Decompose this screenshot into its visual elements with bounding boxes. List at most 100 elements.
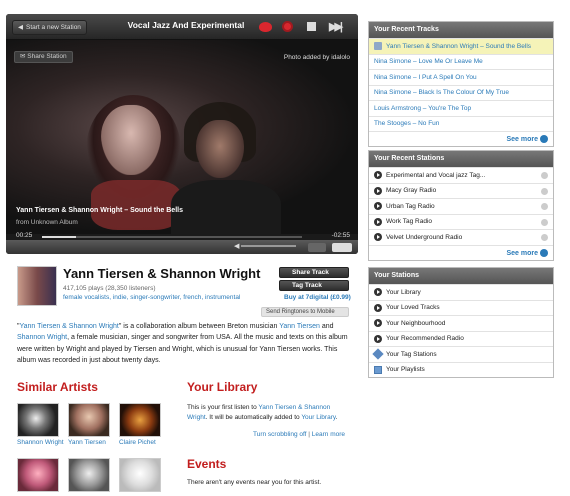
photo-credit: Photo added by idalolo [283,54,350,61]
buy-link[interactable]: Buy at 7digital (£0.99) [284,294,351,301]
photo-figure [196,120,244,178]
play-count: 417,105 plays (28,350 listeners) [63,285,156,292]
play-icon[interactable] [374,334,382,343]
recent-track-item[interactable]: The Stooges – No Fun [369,115,553,132]
recent-station-item[interactable]: Experimental and Vocal jazz Tag... [369,167,553,183]
player-toolbar: ◀ Start a new Station Vocal Jazz And Exp… [6,14,358,40]
minimize-button[interactable] [308,243,326,252]
love-heart-icon[interactable] [259,22,272,32]
bio-link[interactable]: Yann Tiersen & Shannon Wright [20,323,119,330]
arrow-right-icon [540,248,548,257]
similar-artist-name[interactable]: Claire Pichet [119,439,167,447]
similar-artist-image[interactable] [17,403,59,437]
stop-icon[interactable] [307,22,316,31]
recent-stations-panel: Your Recent Stations Experimental and Vo… [368,150,554,261]
see-more-link[interactable]: See more [369,244,553,260]
volume-slider[interactable] [241,245,296,247]
similar-artist-image[interactable] [119,403,161,437]
player-control-bar [6,240,358,254]
bio-link[interactable]: Yann Tiersen [279,323,320,330]
station-item[interactable]: Your Neighbourhood [369,315,553,331]
recent-station-item[interactable]: Work Tag Radio [369,213,553,230]
volume-icon[interactable]: ◀ [234,242,239,250]
elapsed-time: 00:25 [16,232,33,239]
photo-figure [91,180,181,230]
music-note-icon [374,42,382,51]
similar-artist-image[interactable] [68,403,110,437]
play-icon[interactable] [374,186,382,195]
your-library-heading: Your Library [187,380,258,394]
radio-player: ◀ Start a new Station Vocal Jazz And Exp… [6,14,358,254]
now-playing-track: Yann Tiersen & Shannon Wright – Sound th… [16,207,183,214]
ban-icon[interactable] [282,21,293,32]
send-ringtone-button[interactable]: Send Ringtones to Mobile [261,307,349,317]
start-new-station-button[interactable]: ◀ Start a new Station [12,20,87,35]
play-icon[interactable] [374,303,382,312]
remove-icon[interactable] [541,187,548,195]
play-icon[interactable] [374,202,382,211]
similar-artist-name[interactable]: Yann Tiersen [68,439,116,447]
turn-scrobbling-off-link[interactable]: Turn scrobbling off [253,431,306,438]
recent-track-item[interactable]: Yann Tiersen & Shannon Wright – Sound th… [369,38,553,54]
recent-track-item[interactable]: Nina Simone – Black Is The Colour Of My … [369,84,553,101]
skip-icon[interactable]: ▶▶| [329,20,343,33]
recent-tracks-heading: Your Recent Tracks [369,22,553,38]
play-icon[interactable] [374,233,382,242]
playlist-icon [374,365,382,374]
recent-station-item[interactable]: Velvet Underground Radio [369,229,553,245]
events-heading: Events [187,457,227,471]
share-track-button[interactable]: Share Track [279,267,349,278]
station-title: Vocal Jazz And Experimental [127,20,245,30]
similar-artist-name[interactable]: Shannon Wright [17,439,65,447]
recent-station-item[interactable]: Urban Tag Radio [369,198,553,214]
similar-artist-image[interactable] [119,458,161,492]
share-station-button[interactable]: ✉ Share Station [14,51,73,63]
remove-icon[interactable] [541,218,548,226]
remove-icon[interactable] [541,234,548,241]
fullscreen-button[interactable] [332,243,352,252]
similar-artist-image[interactable] [17,458,59,492]
remove-icon[interactable] [541,172,548,179]
recent-track-item[interactable]: Nina Simone – I Put A Spell On You [369,69,553,85]
play-icon[interactable] [374,171,382,180]
remaining-time: -02:55 [331,232,350,239]
bio-link[interactable]: Shannon Wright [17,334,67,341]
artist-bio: "Yann Tiersen & Shannon Wright" is a col… [17,323,348,364]
now-playing-album: from Unknown Album [16,219,78,226]
similar-artist-image[interactable] [68,458,110,492]
artist-tags[interactable]: female vocalists, indie, singer-songwrit… [63,294,240,301]
artist-photo [6,40,358,240]
scrobble-controls: Turn scrobbling off | Learn more [253,431,346,438]
arrow-right-icon [540,135,548,144]
see-more-link[interactable]: See more [369,131,553,146]
photo-figure [171,180,281,240]
artist-name: Yann Tiersen & Shannon Wright [63,266,261,281]
tag-track-button[interactable]: Tag Track [279,280,349,291]
progress-track [42,236,302,238]
recent-track-item[interactable]: Louis Armstrong – You're The Top [369,100,553,116]
artist-thumbnail[interactable] [17,266,57,306]
progress-fill [42,236,76,238]
play-icon[interactable] [374,217,382,226]
your-stations-heading: Your Stations [369,268,553,284]
station-item[interactable]: Your Playlists [369,361,553,378]
library-message: This is your first listen to Yann Tierse… [187,404,338,421]
station-item[interactable]: Your Tag Stations [369,346,553,362]
station-item[interactable]: Your Recommended Radio [369,330,553,347]
station-item[interactable]: Your Loved Tracks [369,299,553,316]
play-icon[interactable] [374,319,382,328]
learn-more-link[interactable]: Learn more [312,431,345,438]
your-library-link[interactable]: Your Library [301,414,335,421]
your-stations-panel: Your Stations Your Library Your Loved Tr… [368,267,554,378]
recent-station-item[interactable]: Macy Gray Radio [369,182,553,199]
remove-icon[interactable] [541,203,548,210]
envelope-icon: ✉ [20,53,26,60]
similar-artists-heading: Similar Artists [17,380,98,394]
recent-tracks-panel: Your Recent Tracks Yann Tiersen & Shanno… [368,21,554,147]
back-arrow-icon: ◀ [18,24,23,31]
station-item[interactable]: Your Library [369,284,553,300]
recent-track-item[interactable]: Nina Simone – Love Me Or Leave Me [369,53,553,70]
play-icon[interactable] [374,288,382,297]
tag-icon [372,348,384,360]
recent-stations-heading: Your Recent Stations [369,151,553,167]
